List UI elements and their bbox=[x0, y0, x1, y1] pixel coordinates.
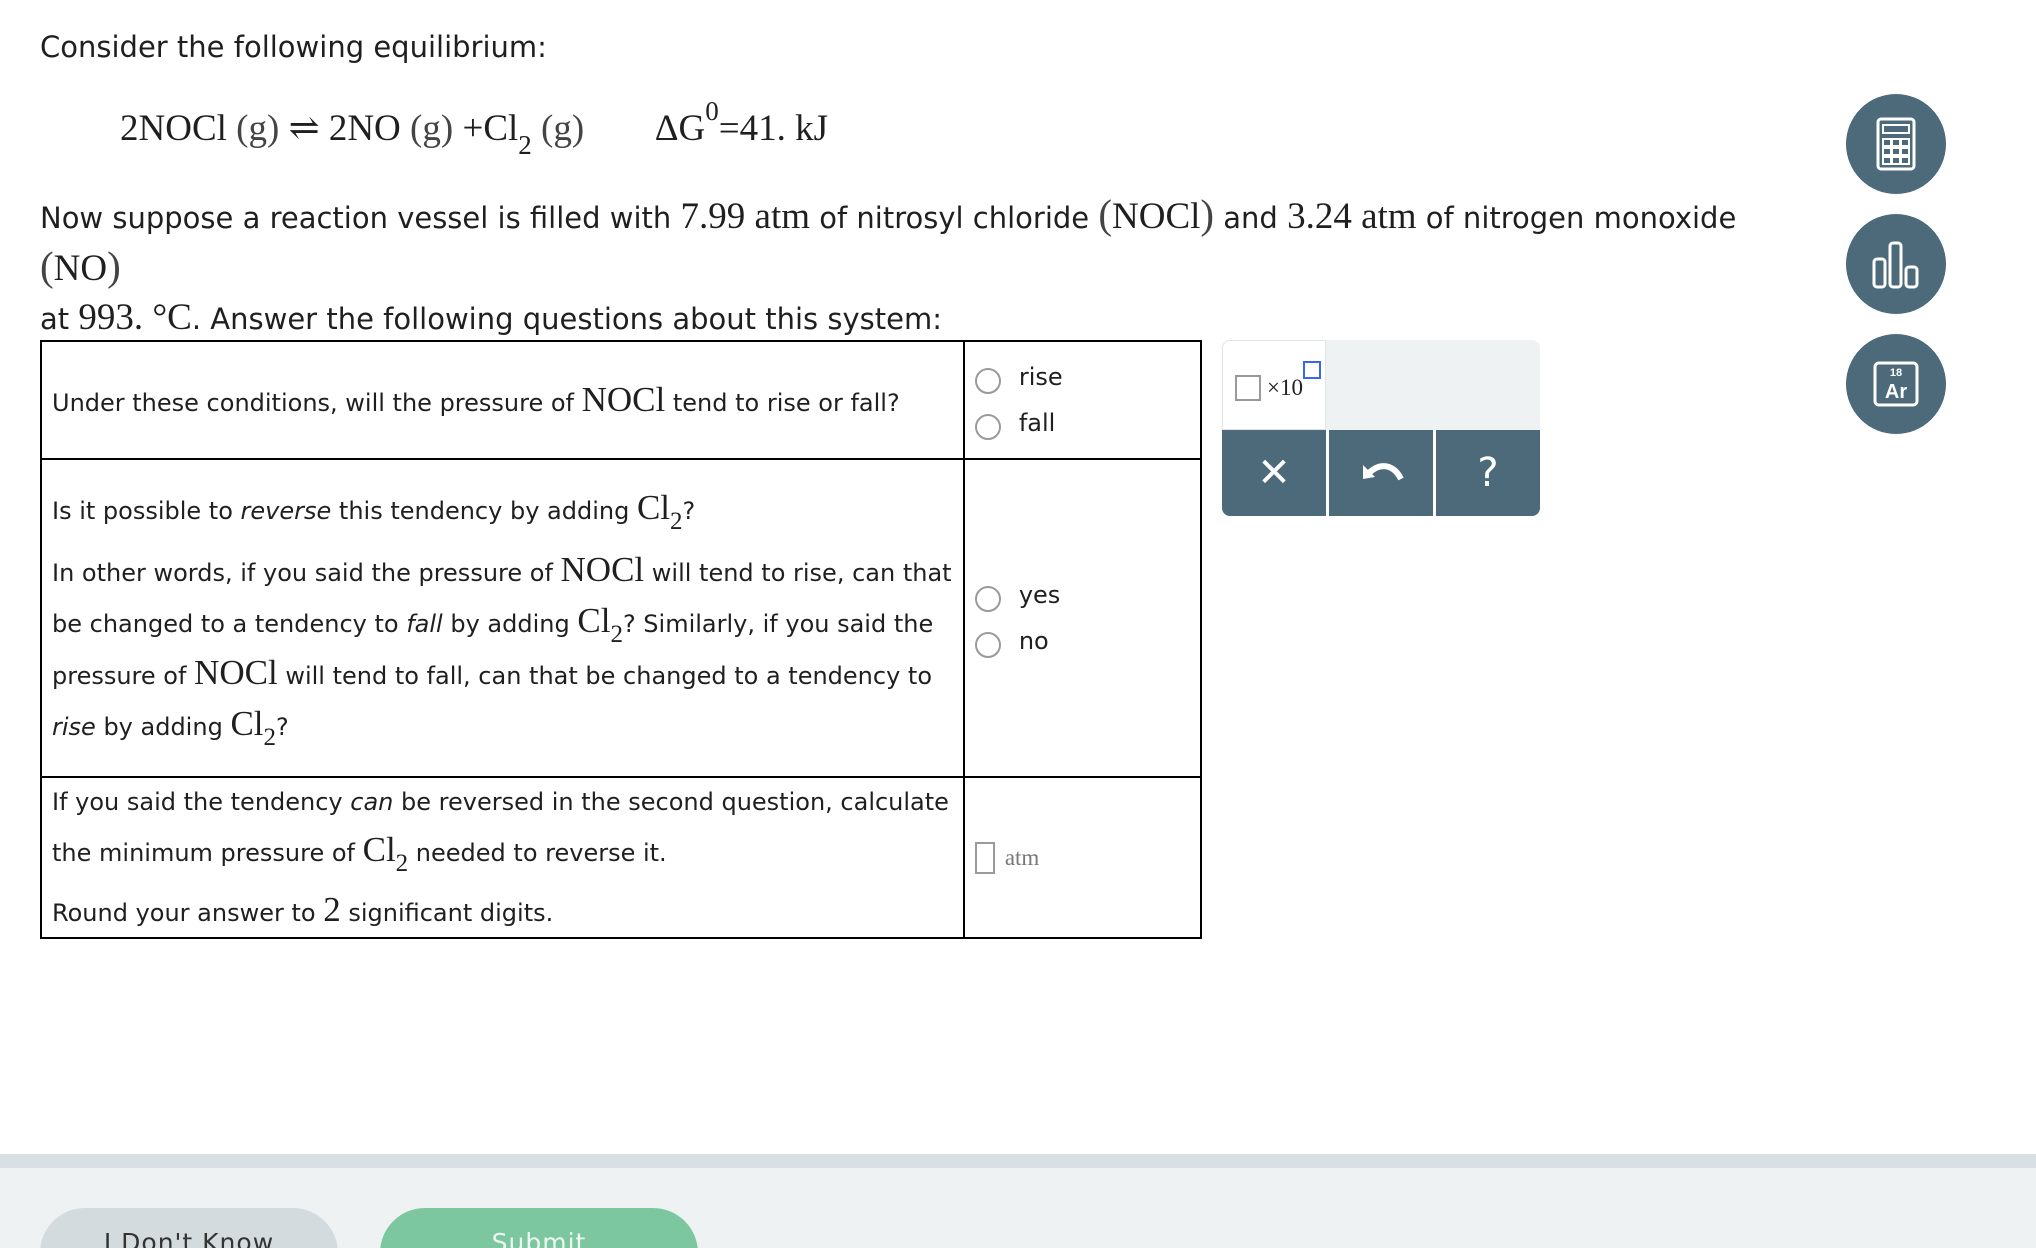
periodic-table-button[interactable]: 18 Ar bbox=[1846, 334, 1946, 434]
eq-product2: Cl bbox=[483, 108, 519, 149]
answer-tools-panel: ×10 ✕ ? bbox=[1222, 340, 1540, 516]
bar-chart-icon bbox=[1872, 241, 1919, 289]
radio-option-no[interactable]: no bbox=[974, 627, 1190, 658]
periodic-table-icon: 18 Ar bbox=[1873, 361, 1919, 407]
radio-option-yes[interactable]: yes bbox=[974, 581, 1190, 612]
nocl-pressure: 7.99 atm bbox=[680, 196, 810, 237]
data-chart-button[interactable] bbox=[1846, 214, 1946, 314]
question-1-answers: rise fall bbox=[962, 340, 1203, 460]
undo-button[interactable] bbox=[1329, 430, 1436, 516]
clear-button[interactable]: ✕ bbox=[1222, 430, 1329, 516]
mantissa-box-icon bbox=[1235, 375, 1261, 401]
footer-bar: I Don't Know Submit bbox=[0, 1168, 2036, 1248]
radio-rise[interactable] bbox=[974, 368, 1001, 394]
temperature: 993. °C bbox=[78, 297, 192, 338]
eq-delta-g-value: =41. kJ bbox=[718, 108, 828, 149]
submit-button[interactable]: Submit bbox=[380, 1208, 698, 1248]
periodic-symbol: Ar bbox=[1885, 381, 1907, 403]
calculator-icon bbox=[1876, 117, 1916, 171]
question-row-3: If you said the tendency can be reversed… bbox=[40, 776, 1203, 939]
intro-text: Consider the following equilibrium: bbox=[40, 30, 547, 64]
calculator-button[interactable] bbox=[1846, 94, 1946, 194]
pressure-answer-input[interactable] bbox=[974, 841, 995, 874]
question-2-answers: yes no bbox=[962, 458, 1203, 778]
dont-know-button[interactable]: I Don't Know bbox=[40, 1208, 338, 1248]
eq-delta-g-sup: 0 bbox=[705, 96, 719, 126]
footer-divider bbox=[0, 1154, 2036, 1168]
question-row-1: Under these conditions, will the pressur… bbox=[40, 340, 1203, 460]
radio-option-rise[interactable]: rise bbox=[974, 363, 1190, 394]
equilibrium-equation: 2NOCl (g) ⇌ 2NO (g) +Cl2 (g) ΔG0=41. kJ bbox=[120, 96, 828, 160]
eq-reactant-phase: (g) bbox=[236, 108, 280, 149]
equilibrium-arrow-icon: ⇌ bbox=[288, 108, 320, 149]
question-1-text: Under these conditions, will the pressur… bbox=[40, 340, 965, 460]
eq-product2-sub: 2 bbox=[518, 130, 532, 160]
no-pressure: 3.24 atm bbox=[1287, 196, 1417, 237]
exponent-box-icon bbox=[1303, 361, 1321, 379]
nocl-formula: NOCl bbox=[1112, 196, 1201, 237]
eq-plus: + bbox=[462, 108, 484, 149]
scientific-notation-button[interactable]: ×10 bbox=[1222, 340, 1326, 430]
question-3-text: If you said the tendency can be reversed… bbox=[40, 776, 965, 939]
help-icon: ? bbox=[1477, 450, 1499, 496]
eq-reactant: 2NOCl bbox=[120, 108, 227, 149]
eq-product2-phase: (g) bbox=[541, 108, 585, 149]
no-formula: NO bbox=[53, 248, 108, 289]
question-row-2: Is it possible to reverse this tendency … bbox=[40, 458, 1203, 778]
eq-product1: 2NO bbox=[328, 108, 401, 149]
help-button[interactable]: ? bbox=[1436, 430, 1540, 516]
undo-icon bbox=[1363, 463, 1404, 481]
question-table: Under these conditions, will the pressur… bbox=[40, 340, 1203, 939]
eq-product1-phase: (g) bbox=[410, 108, 454, 149]
question-2-text: Is it possible to reverse this tendency … bbox=[40, 458, 965, 778]
pressure-unit: atm bbox=[1004, 844, 1040, 870]
radio-yes[interactable] bbox=[974, 586, 1001, 612]
radio-fall[interactable] bbox=[974, 414, 1001, 440]
eq-delta-g: ΔG bbox=[654, 108, 706, 149]
periodic-number: 18 bbox=[1890, 367, 1902, 379]
question-3-answer: atm bbox=[962, 776, 1203, 939]
conditions-text: Now suppose a reaction vessel is filled … bbox=[40, 191, 1737, 338]
radio-option-fall[interactable]: fall bbox=[974, 409, 1190, 440]
close-icon: ✕ bbox=[1257, 450, 1291, 496]
radio-no[interactable] bbox=[974, 632, 1001, 658]
